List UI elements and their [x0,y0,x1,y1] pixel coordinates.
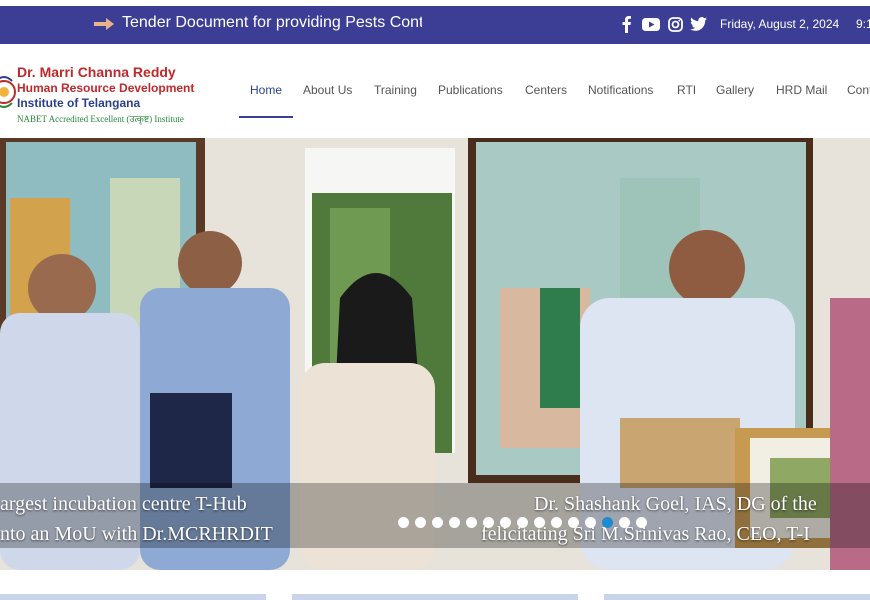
content-card-3[interactable] [604,594,870,600]
slider-pagination [398,517,647,528]
nav-hrd-mail[interactable]: HRD Mail [776,83,827,97]
slider-dot-15[interactable] [636,517,647,528]
slide-caption-left-line2: nto an MoU with Dr.MCRHRDIT [0,523,273,545]
slider-dot-1[interactable] [398,517,409,528]
nav-active-indicator [239,116,293,118]
slider-dot-6[interactable] [483,517,494,528]
slider-dot-7[interactable] [500,517,511,528]
current-time: 9:1 [856,17,870,31]
slider-dot-3[interactable] [432,517,443,528]
arrow-right-icon [94,18,114,30]
site-header: Dr. Marri Channa Reddy Human Resource De… [0,45,870,138]
slider-dot-13[interactable] [602,517,613,528]
nav-training[interactable]: Training [374,83,417,97]
slider-dot-2[interactable] [415,517,426,528]
slide-caption-right-line1: Dr. Shashank Goel, IAS, DG of the [534,493,817,515]
slider-dot-10[interactable] [551,517,562,528]
slider-dot-11[interactable] [568,517,579,528]
current-date: Friday, August 2, 2024 [720,17,840,31]
nav-publications[interactable]: Publications [438,83,503,97]
twitter-icon[interactable] [689,15,707,33]
nav-home[interactable]: Home [250,83,282,97]
slider-dot-9[interactable] [534,517,545,528]
news-ticker[interactable]: Tender Document for providing Pests Cont… [122,14,422,32]
nav-centers[interactable]: Centers [525,83,567,97]
slider-dot-4[interactable] [449,517,460,528]
hero-slider[interactable]: argest incubation centre T-Hub nto an Mo… [0,138,870,570]
slider-dot-5[interactable] [466,517,477,528]
logo-subtitle[interactable]: Human Resource Development [17,81,194,95]
slide-caption-left-line1: argest incubation centre T-Hub [0,493,247,515]
top-bar: Tender Document for providing Pests Cont… [0,0,870,45]
slider-dot-14[interactable] [619,517,630,528]
facebook-icon[interactable] [620,15,632,33]
nav-contact[interactable]: Cont [847,83,870,97]
content-card-2[interactable] [292,594,578,600]
youtube-icon[interactable] [641,15,661,33]
institute-emblem-icon[interactable] [0,63,16,121]
nav-rti[interactable]: RTI [677,83,696,97]
slider-dot-12[interactable] [585,517,596,528]
instagram-icon[interactable] [666,15,684,33]
content-cards-row [0,570,870,600]
content-card-1[interactable] [0,594,266,600]
nav-about-us[interactable]: About Us [303,83,352,97]
nav-notifications[interactable]: Notifications [588,83,653,97]
top-bar-strip: Tender Document for providing Pests Cont… [0,6,870,44]
logo-institute[interactable]: Institute of Telangana [17,96,140,110]
logo-title[interactable]: Dr. Marri Channa Reddy [17,64,176,80]
nabet-accreditation: NABET Accredited Excellent (उत्कृष्ट) In… [17,114,184,124]
nav-gallery[interactable]: Gallery [716,83,754,97]
slider-dot-8[interactable] [517,517,528,528]
